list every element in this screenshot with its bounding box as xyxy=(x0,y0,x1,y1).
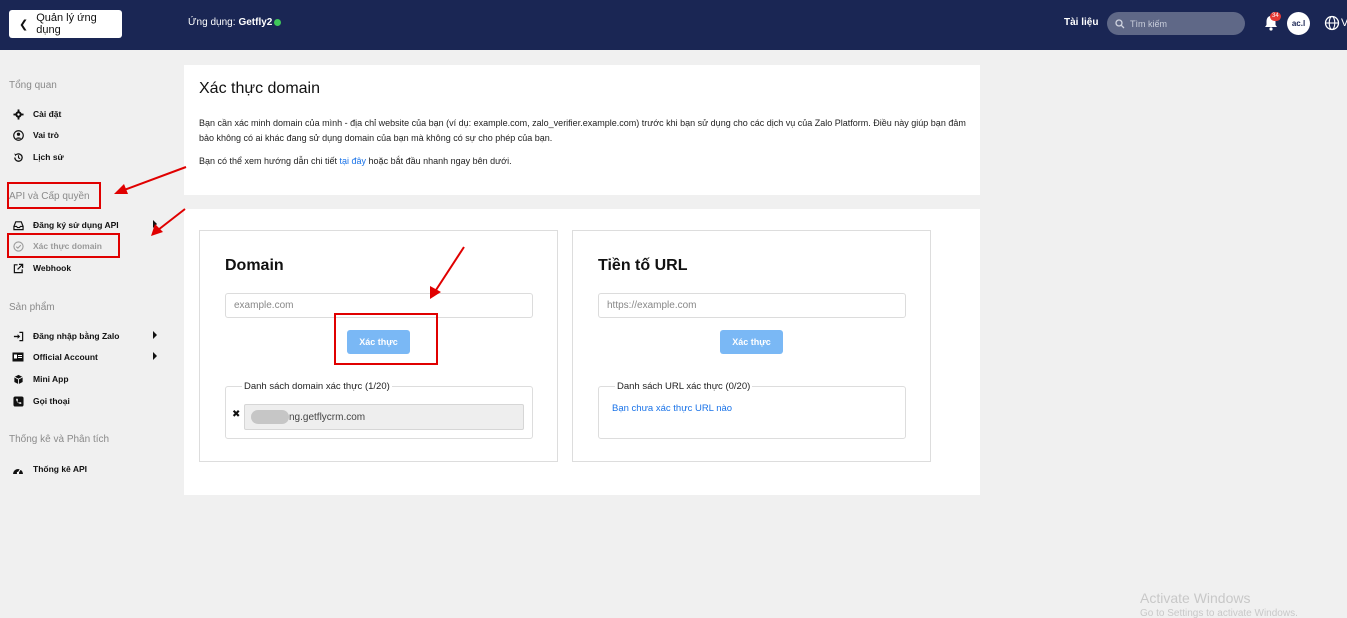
annotation-arrows xyxy=(114,166,465,299)
annotation-arrowhead xyxy=(114,184,128,194)
watermark-title: Activate Windows xyxy=(1140,590,1251,606)
watermark-subtitle: Go to Settings to activate Windows. xyxy=(1140,608,1298,618)
annotation-arrow xyxy=(157,208,186,231)
annotation-arrow xyxy=(435,246,465,291)
annotation-arrowhead xyxy=(151,224,163,236)
annotation-arrowhead xyxy=(430,286,441,299)
annotation-arrow xyxy=(123,166,187,191)
